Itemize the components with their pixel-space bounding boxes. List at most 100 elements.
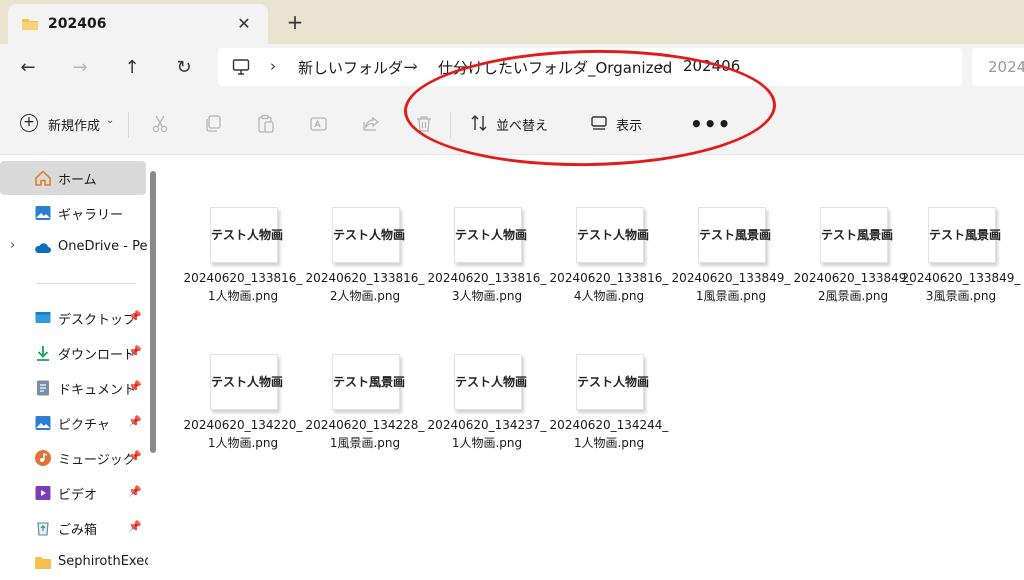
breadcrumb-new-folder[interactable]: 新しいフォルダー — [298, 57, 418, 78]
file-item[interactable]: テスト風景画 20240620_133849_3風景画.png — [900, 207, 1020, 327]
onedrive-icon — [35, 243, 51, 253]
sidebar-item-recycle-bin[interactable]: ごみ箱 📌 — [0, 511, 146, 545]
new-tab-button[interactable]: + — [284, 10, 306, 34]
file-item[interactable]: テスト人物画 20240620_133816_2人物画.png — [304, 207, 424, 327]
plus-icon: + — [20, 114, 38, 132]
address-row: ← → ↑ ↻ › 新しいフォルダー › 仕分けしたいフォルダ_Organize… — [0, 44, 1024, 170]
file-item[interactable]: テスト人物画 20240620_134244_1人物画.png — [548, 354, 668, 474]
recycle-bin-icon — [37, 522, 49, 536]
sidebar-item-label: ピクチャ — [58, 418, 110, 433]
sort-label: 並べ替え — [496, 119, 549, 134]
navigation-pane: ホーム ギャラリー › OneDrive - Pers デスクトップ 📌 ダウン… — [0, 155, 158, 569]
home-icon — [35, 170, 51, 186]
tab-bar: 202406 ✕ + — [0, 0, 1024, 44]
sidebar-item-downloads[interactable]: ダウンロード 📌 — [0, 336, 146, 370]
close-tab-icon[interactable]: ✕ — [234, 14, 254, 34]
pin-icon[interactable]: 📌 — [128, 310, 142, 323]
forward-button[interactable]: → — [66, 54, 94, 82]
folder-icon — [35, 557, 51, 569]
sidebar-item-label: ギャラリー — [58, 208, 124, 223]
file-item[interactable]: テスト人物画 20240620_134220_1人物画.png — [182, 354, 302, 474]
chevron-right-icon[interactable]: › — [10, 238, 15, 253]
thumbnail-text: テスト人物画 — [211, 228, 284, 242]
file-item[interactable]: テスト人物画 20240620_133816_4人物画.png — [548, 207, 668, 327]
view-label: 表示 — [616, 119, 643, 134]
thumbnail: テスト人物画 — [210, 354, 283, 410]
sidebar-item-sephiroth-folder[interactable]: SephirothExecN — [0, 546, 148, 580]
sidebar-item-documents[interactable]: ドキュメント 📌 — [0, 371, 146, 405]
sidebar-item-label: ホーム — [58, 173, 97, 188]
more-options-button[interactable]: ••• — [690, 112, 731, 136]
file-name: 20240620_134220_1人物画.png — [183, 418, 303, 450]
delete-icon[interactable] — [414, 114, 434, 134]
share-icon[interactable] — [361, 114, 381, 134]
sidebar-item-label: ダウンロード — [58, 348, 137, 363]
copy-icon[interactable] — [203, 114, 223, 134]
breadcrumb-separator[interactable]: › — [270, 57, 276, 75]
file-name: 20240620_133816_4人物画.png — [549, 271, 669, 303]
sidebar-item-label: デスクトップ — [58, 313, 137, 328]
gallery-icon — [35, 206, 51, 220]
back-button[interactable]: ← — [14, 54, 42, 82]
video-icon — [35, 486, 51, 500]
command-bar: + 新規作成 ⌄ 並べ替え 表示 ••• — [0, 92, 1024, 155]
file-item[interactable]: テスト風景画 20240620_133849_2風景画.png — [792, 207, 912, 327]
breadcrumb-current-folder[interactable]: 202406 — [683, 57, 740, 75]
file-item[interactable]: テスト人物画 20240620_134237_1人物画.png — [426, 354, 546, 474]
search-box[interactable]: 20240 — [972, 48, 1024, 86]
sidebar-scrollbar[interactable] — [150, 171, 156, 453]
sidebar-item-label: SephirothExecN — [58, 554, 148, 569]
thumbnail: テスト人物画 — [454, 207, 527, 263]
thumbnail: テスト人物画 — [576, 354, 650, 410]
breadcrumb-separator[interactable]: › — [412, 57, 418, 75]
tab-title: 202406 — [48, 16, 107, 32]
file-name: 20240620_133849_1風景画.png — [671, 271, 791, 303]
sidebar-item-videos[interactable]: ビデオ 📌 — [0, 476, 146, 510]
thumbnail: テスト風景画 — [928, 207, 1002, 263]
sidebar-item-pictures[interactable]: ピクチャ 📌 — [0, 406, 146, 440]
thumbnail-text: テスト人物画 — [455, 375, 528, 389]
breadcrumb-separator[interactable]: › — [658, 57, 664, 75]
sidebar-item-home[interactable]: ホーム — [0, 161, 146, 195]
rename-icon[interactable] — [309, 114, 329, 134]
file-name: 20240620_134237_1人物画.png — [427, 418, 547, 450]
toolbar-divider — [450, 112, 451, 138]
file-item[interactable]: テスト風景画 20240620_134228_1風景画.png — [304, 354, 424, 474]
thumbnail-text: テスト風景画 — [929, 228, 1002, 242]
new-label: 新規作成 — [48, 119, 101, 134]
paste-icon[interactable] — [256, 114, 276, 134]
tab-202406[interactable]: 202406 ✕ — [8, 4, 268, 44]
file-item[interactable]: テスト人物画 20240620_133816_1人物画.png — [182, 207, 302, 327]
desktop-icon — [35, 312, 51, 323]
file-name: 20240620_133816_2人物画.png — [305, 271, 425, 303]
up-button[interactable]: ↑ — [118, 54, 146, 82]
file-name: 20240620_133816_3人物画.png — [427, 271, 547, 303]
sidebar-item-label: ミュージック — [58, 453, 136, 468]
thumbnail: テスト人物画 — [576, 207, 649, 263]
file-item[interactable]: テスト人物画 20240620_133816_3人物画.png — [426, 207, 546, 327]
file-item[interactable]: テスト風景画 20240620_133849_1風景画.png — [670, 207, 790, 327]
pin-icon[interactable]: 📌 — [128, 485, 142, 498]
sidebar-item-gallery[interactable]: ギャラリー — [0, 196, 146, 230]
thumbnail: テスト風景画 — [820, 207, 894, 263]
thumbnail: テスト風景画 — [332, 354, 405, 410]
thumbnail: テスト人物画 — [454, 354, 528, 410]
toolbar-divider — [128, 112, 129, 138]
pin-icon[interactable]: 📌 — [128, 380, 142, 393]
thumbnail-text: テスト風景画 — [821, 228, 894, 242]
sidebar-item-desktop[interactable]: デスクトップ 📌 — [0, 301, 146, 335]
thumbnail: テスト人物画 — [332, 207, 405, 263]
pin-icon[interactable]: 📌 — [128, 415, 142, 428]
pin-icon[interactable]: 📌 — [128, 520, 142, 533]
refresh-button[interactable]: ↻ — [170, 54, 198, 82]
address-bar[interactable]: › 新しいフォルダー › 仕分けしたいフォルダ_Organized › 2024… — [218, 48, 962, 86]
pin-icon[interactable]: 📌 — [128, 345, 142, 358]
sidebar-item-onedrive[interactable]: › OneDrive - Pers — [0, 231, 148, 265]
cut-icon[interactable] — [150, 114, 170, 134]
pin-icon[interactable]: 📌 — [128, 450, 142, 463]
file-name: 20240620_133816_1人物画.png — [183, 271, 303, 303]
thumbnail-text: テスト人物画 — [577, 375, 650, 389]
breadcrumb-organized-folder[interactable]: 仕分けしたいフォルダ_Organized — [438, 57, 672, 78]
sidebar-item-music[interactable]: ミュージック 📌 — [0, 441, 146, 475]
computer-icon[interactable] — [232, 58, 250, 76]
